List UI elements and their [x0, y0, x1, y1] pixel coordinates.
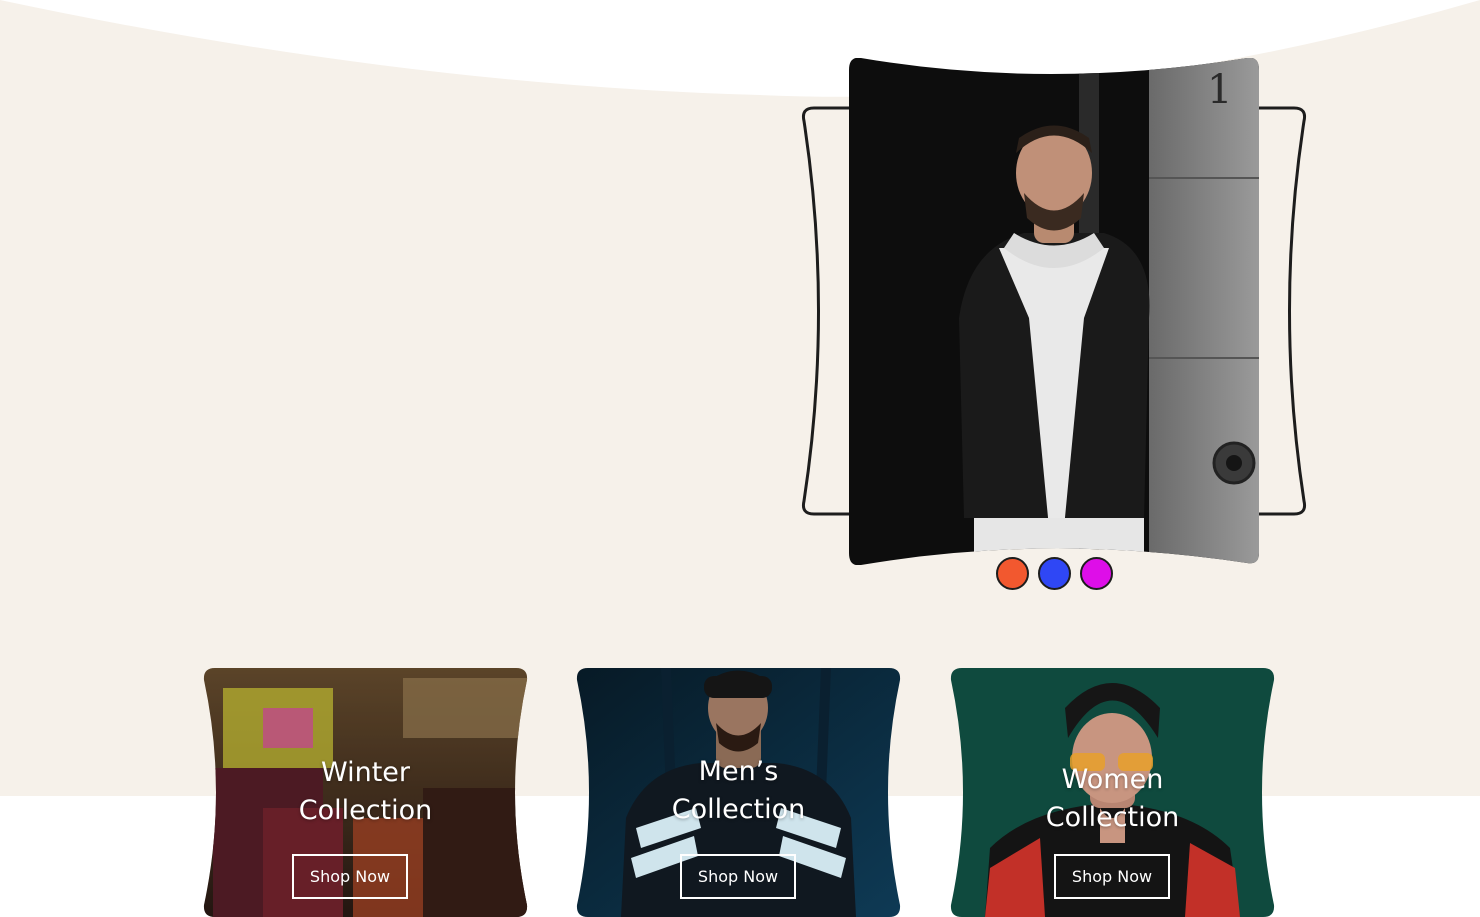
card-title-line1: Winter — [320, 757, 410, 788]
collection-card-winter[interactable]: Winter Collection Shop Now — [203, 668, 528, 917]
card-title-line2: Collection — [1045, 802, 1180, 833]
card-title-line1: Men’s — [698, 756, 779, 787]
card-title-line1: Women — [1061, 764, 1164, 795]
card-title-winter: Winter Collection — [203, 754, 528, 830]
door-number: 1 — [1207, 67, 1232, 113]
card-title-women: Women Collection — [950, 761, 1275, 837]
slider-dot-1[interactable] — [996, 557, 1029, 590]
hero-slide-image[interactable]: 1 — [849, 58, 1259, 565]
collection-card-mens[interactable]: Men’s Collection Shop Now — [576, 668, 901, 917]
slider-dot-2[interactable] — [1038, 557, 1071, 590]
shop-now-button-mens[interactable]: Shop Now — [680, 854, 796, 899]
slider-dot-3[interactable] — [1080, 557, 1113, 590]
card-title-line2: Collection — [671, 794, 806, 825]
shop-now-button-women[interactable]: Shop Now — [1054, 854, 1170, 899]
card-title-line2: Collection — [298, 795, 433, 826]
slider-pagination — [996, 557, 1114, 591]
card-title-mens: Men’s Collection — [576, 753, 901, 829]
collection-card-women[interactable]: Women Collection Shop Now — [950, 668, 1275, 917]
shop-now-button-winter[interactable]: Shop Now — [292, 854, 408, 899]
